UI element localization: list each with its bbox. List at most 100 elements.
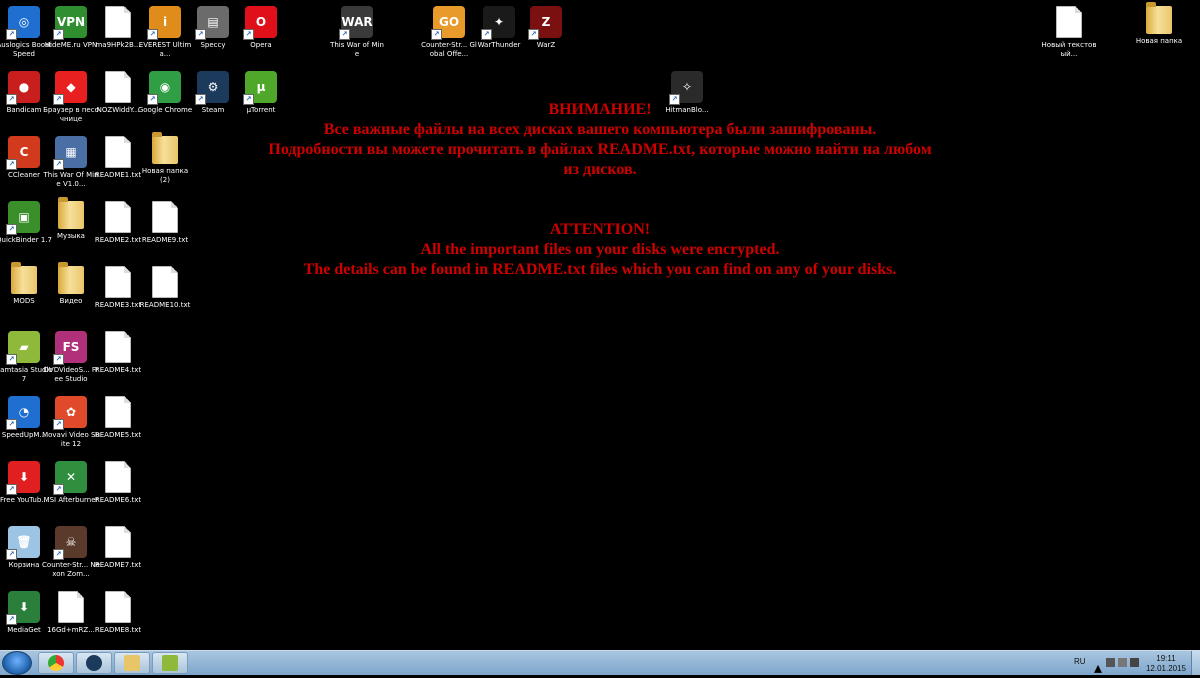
- document-icon: [105, 591, 131, 623]
- desktop-icon-label: README5.txt: [94, 431, 142, 439]
- volume-icon[interactable]: [1130, 658, 1139, 667]
- warz-icon: Z ↗: [528, 6, 562, 40]
- warthunder-icon: ✦ ↗: [481, 6, 515, 40]
- shortcut-arrow-icon: ↗: [147, 94, 158, 105]
- shortcut-arrow-icon: ↗: [6, 419, 17, 430]
- desktop: ◎ ↗ Auslogics BoostSpeed VPN ↗ HideME.ru VPN m…: [0, 0, 1200, 650]
- desktop-icon[interactable]: ☠ ↗ Counter-Str... Nexon Zom...: [42, 522, 100, 584]
- desktop-icon[interactable]: ◎ ↗ Auslogics BoostSpeed: [0, 2, 51, 64]
- desktop-icon-label: Новый текстовый...: [1041, 41, 1097, 58]
- desktop-icon[interactable]: ⬇ ↗ Free YouTub...: [0, 457, 48, 519]
- desktop-icon[interactable]: Новый текстовый...: [1042, 2, 1096, 64]
- desktop-icon[interactable]: ✿ ↗ Movavi Video Suite 12: [42, 392, 100, 454]
- desktop-icon[interactable]: ▰ ↗ Camtasia Studio 7: [0, 327, 53, 389]
- desktop-icon[interactable]: ◆ ↗ Браузер в песочнице: [43, 67, 99, 129]
- taskbar-steam-button[interactable]: [76, 652, 112, 674]
- camtasia-icon: ▰ ↗: [6, 331, 40, 365]
- show-desktop-button[interactable]: [1191, 651, 1200, 675]
- utorrent-icon: µ ↗: [243, 71, 277, 105]
- shortcut-arrow-icon: ↗: [6, 29, 17, 40]
- desktop-icon[interactable]: NOZWiddY...: [94, 67, 142, 129]
- desktop-icon[interactable]: VPN ↗ HideME.ru VPN: [45, 2, 97, 64]
- desktop-icon[interactable]: O ↗ Opera: [237, 2, 285, 64]
- desktop-icon[interactable]: 🗑 ↗ Корзина: [0, 522, 48, 584]
- desktop-icon-label: Новая папка: [1135, 37, 1183, 45]
- desktop-icon[interactable]: Новая папка: [1135, 2, 1183, 64]
- document-icon: [105, 396, 131, 428]
- desktop-icon[interactable]: ● ↗ Bandicam: [0, 67, 48, 129]
- desktop-icon[interactable]: ✕ ↗ MSI Afterburner: [44, 457, 98, 519]
- chrome-icon: [48, 655, 64, 671]
- desktop-icon[interactable]: i ↗ EVEREST Ultima...: [139, 2, 191, 64]
- desktop-icon[interactable]: C ↗ CCleaner: [0, 132, 48, 194]
- desktop-icon[interactable]: ✦ ↗ WarThunder: [475, 2, 523, 64]
- desktop-icon[interactable]: README5.txt: [94, 392, 142, 454]
- desktop-icon-label: Opera: [250, 41, 272, 49]
- desktop-icon[interactable]: ▦ ↗ This War Of Mine V1.0...: [43, 132, 99, 194]
- document-icon: [105, 526, 131, 558]
- desktop-icon[interactable]: README1.txt: [94, 132, 142, 194]
- free-youtube-downloader-icon: ⬇ ↗: [6, 461, 40, 495]
- ransom-ru-line-2: Подробности вы можете прочитать в файлах…: [268, 141, 932, 158]
- document-icon: [105, 266, 131, 298]
- war-of-mine-setup-icon: ▦ ↗: [53, 136, 87, 170]
- desktop-icon[interactable]: README7.txt: [94, 522, 142, 584]
- desktop-icon[interactable]: Z ↗ WarZ: [522, 2, 570, 64]
- taskbar-chrome-button[interactable]: [38, 652, 74, 674]
- clock[interactable]: 19:11 12.01.2015: [1146, 654, 1186, 674]
- desktop-icon[interactable]: GO ↗ Counter-Str... Global Offe...: [421, 2, 477, 64]
- opera-icon: O ↗: [243, 6, 277, 40]
- desktop-icon[interactable]: Видео: [47, 262, 95, 324]
- desktop-icon[interactable]: MODS: [0, 262, 48, 324]
- network-icon[interactable]: [1106, 658, 1115, 667]
- folder-icon: [152, 132, 178, 164]
- ransom-ru-title: ВНИМАНИЕ!: [548, 101, 652, 118]
- shortcut-arrow-icon: ↗: [53, 159, 64, 170]
- notification-flag-icon[interactable]: [1118, 658, 1127, 667]
- ccleaner-icon: C ↗: [6, 136, 40, 170]
- language-indicator[interactable]: RU: [1074, 657, 1086, 666]
- shortcut-arrow-icon: ↗: [339, 29, 350, 40]
- camtasia-icon: [162, 655, 178, 671]
- shortcut-arrow-icon: ↗: [6, 159, 17, 170]
- shortcut-arrow-icon: ↗: [53, 94, 64, 105]
- desktop-icon-label: README8.txt: [94, 626, 142, 634]
- tray-expand-icon[interactable]: ▴: [1094, 658, 1103, 677]
- document-icon: [1056, 6, 1082, 38]
- ransom-en-line-1: All the important files on your disks we…: [420, 241, 780, 258]
- document-icon: [152, 201, 178, 233]
- csgo-icon: GO ↗: [431, 6, 465, 40]
- document-icon: [105, 6, 131, 38]
- msi-afterburner-icon: ✕ ↗: [53, 461, 87, 495]
- document-icon: [105, 331, 131, 363]
- document-icon: [152, 266, 178, 298]
- ransom-ru-line-1: Все важные файлы на всех дисках вашего к…: [323, 121, 877, 138]
- desktop-icon[interactable]: README8.txt: [94, 587, 142, 649]
- start-button[interactable]: [2, 651, 32, 675]
- desktop-icon[interactable]: ⬇ ↗ MediaGet: [0, 587, 48, 649]
- desktop-icon[interactable]: WAR ↗ This War of Mine: [330, 2, 384, 64]
- desktop-icon[interactable]: README2.txt: [94, 197, 142, 259]
- desktop-icon[interactable]: ◔ ↗ SpeedUpM...: [0, 392, 48, 454]
- cs-nexon-zombies-icon: ☠ ↗: [53, 526, 87, 560]
- shortcut-arrow-icon: ↗: [6, 549, 17, 560]
- desktop-icon[interactable]: ▣ ↗ QuickBinder 1.7: [0, 197, 52, 259]
- ransom-en-title: ATTENTION!: [549, 221, 651, 238]
- desktop-icon[interactable]: README4.txt: [94, 327, 142, 389]
- taskbar-camtasia-button[interactable]: [152, 652, 188, 674]
- desktop-icon[interactable]: 16Gd+mRZ...: [47, 587, 95, 649]
- folder-icon: [58, 197, 84, 229]
- sandbox-browser-icon: ◆ ↗: [53, 71, 87, 105]
- ransom-en-line-2: The details can be found in README.txt f…: [303, 261, 897, 278]
- desktop-icon[interactable]: README6.txt: [94, 457, 142, 519]
- bandicam-icon: ● ↗: [6, 71, 40, 105]
- desktop-icon[interactable]: ma9HPk2B...: [94, 2, 142, 64]
- taskbar-explorer-button[interactable]: [114, 652, 150, 674]
- desktop-icon[interactable]: Музыка: [47, 197, 95, 259]
- shortcut-arrow-icon: ↗: [6, 354, 17, 365]
- desktop-icon[interactable]: README3.txt: [94, 262, 142, 324]
- desktop-icon[interactable]: FS ↗ DVDVideoS... Free Studio: [44, 327, 98, 389]
- mediaget-icon: ⬇ ↗: [6, 591, 40, 625]
- recycle-bin-icon: 🗑 ↗: [6, 526, 40, 560]
- desktop-icon[interactable]: ▤ ↗ Speccy: [189, 2, 237, 64]
